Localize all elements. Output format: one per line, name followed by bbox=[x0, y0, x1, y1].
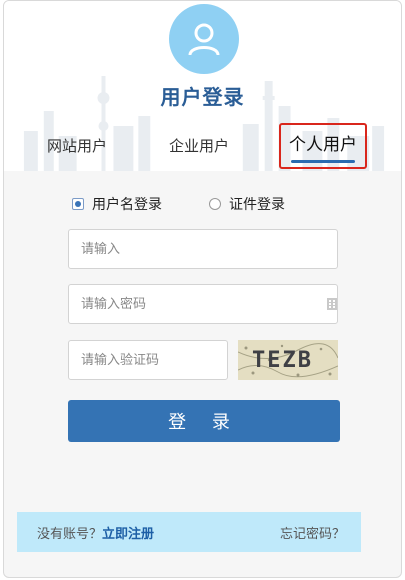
tab-enterprise-user[interactable]: 企业用户 bbox=[169, 135, 229, 156]
login-card: 用户登录 网站用户 企业用户 个人用户 用户名登录 证件登录 请输入 请输入验证… bbox=[3, 0, 402, 578]
login-button[interactable]: 登 录 bbox=[68, 400, 340, 442]
active-tab-indicator bbox=[291, 159, 355, 163]
username-input[interactable] bbox=[68, 229, 338, 269]
radio-username-label: 用户名登录 bbox=[92, 197, 162, 213]
password-input[interactable] bbox=[68, 284, 338, 324]
user-icon bbox=[188, 23, 220, 56]
captcha-graphic: TEZB bbox=[238, 340, 338, 380]
tab-website-user[interactable]: 网站用户 bbox=[47, 135, 107, 156]
register-prompt: 没有账号？立即注册 bbox=[37, 523, 154, 542]
radio-checked-icon[interactable] bbox=[72, 198, 84, 210]
captcha-input[interactable] bbox=[68, 340, 228, 380]
avatar bbox=[169, 4, 239, 74]
tab-personal-user[interactable]: 个人用户 bbox=[279, 123, 367, 169]
footer-bar: 没有账号？立即注册 忘记密码？ bbox=[17, 512, 361, 552]
page-title: 用户登录 bbox=[160, 85, 245, 109]
keyboard-icon[interactable] bbox=[327, 298, 337, 310]
captcha-text: TEZB bbox=[252, 348, 313, 373]
radio-certificate-login[interactable]: 证件登录 bbox=[209, 194, 285, 214]
captcha-image[interactable]: TEZB bbox=[238, 340, 338, 380]
tab-personal-label: 个人用户 bbox=[289, 134, 357, 155]
radio-certificate-label: 证件登录 bbox=[229, 197, 285, 213]
register-link[interactable]: 立即注册 bbox=[102, 527, 154, 542]
radio-unchecked-icon[interactable] bbox=[209, 198, 221, 210]
radio-username-login[interactable]: 用户名登录 bbox=[72, 194, 162, 214]
forgot-password-link[interactable]: 忘记密码？ bbox=[280, 523, 345, 542]
no-account-text: 没有账号？ bbox=[37, 526, 103, 542]
